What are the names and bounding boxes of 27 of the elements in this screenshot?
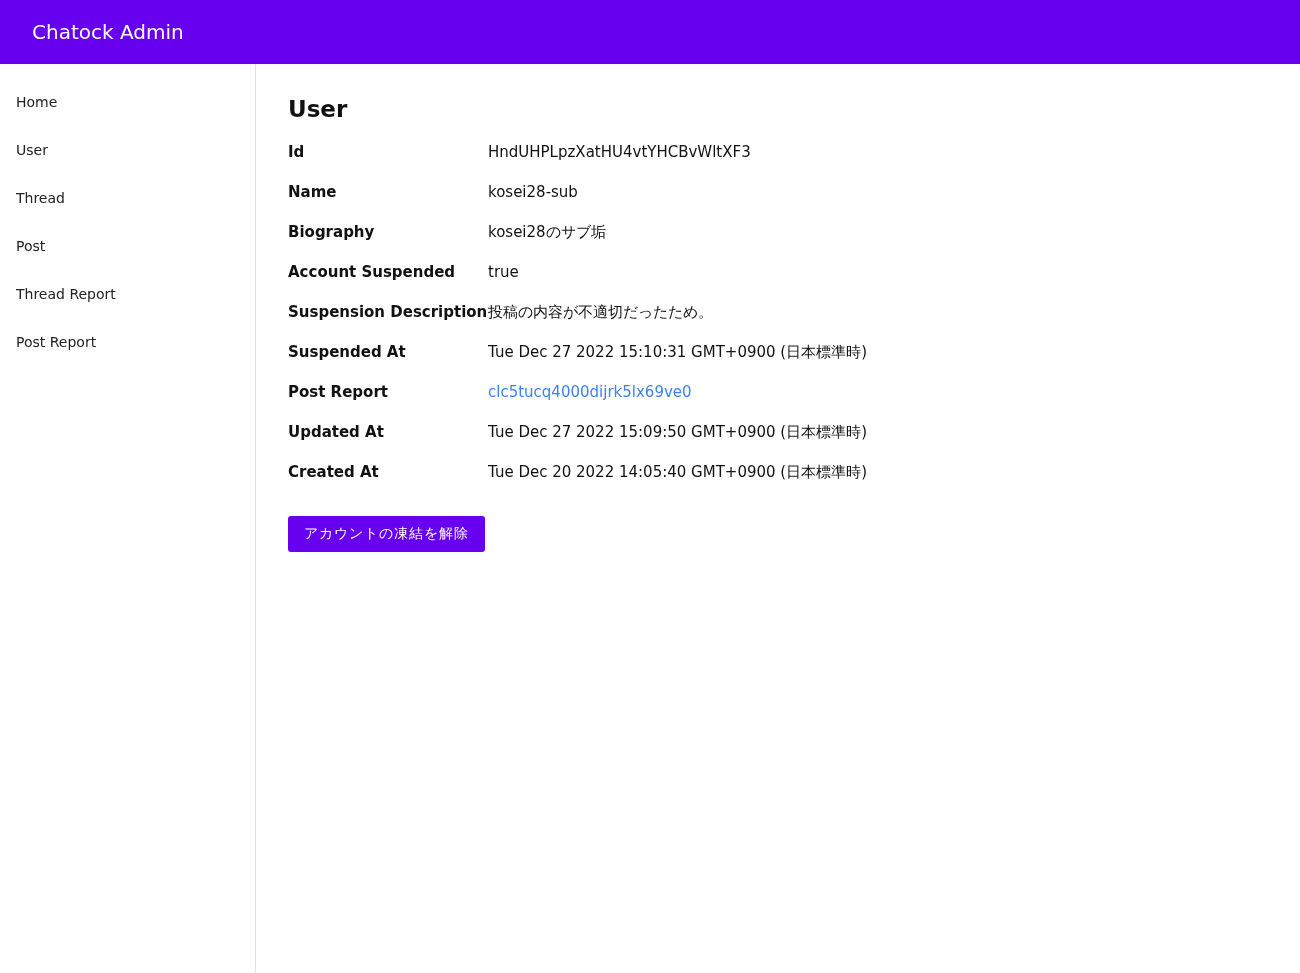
- field-label: Account Suspended: [288, 263, 457, 281]
- field-link[interactable]: clc5tucq4000dijrk5lx69ve0: [488, 383, 692, 401]
- field-value: Tue Dec 27 2022 15:09:50 GMT+0900 (日本標準時): [488, 422, 868, 442]
- sidebar-item[interactable]: Thread Report: [0, 270, 255, 318]
- field-value: 投稿の内容が不適切だったため。: [488, 302, 713, 322]
- sidebar-item[interactable]: Home: [0, 78, 255, 126]
- field-label: Updated At: [288, 423, 385, 441]
- field-label: Suspended At: [288, 343, 407, 361]
- field-label: Biography: [288, 223, 376, 241]
- sidebar-item[interactable]: Thread: [0, 174, 255, 222]
- field-label: Suspension Description: [288, 303, 488, 321]
- unsuspend-button[interactable]: アカウントの凍結を解除: [288, 516, 485, 552]
- field-label: Created At: [288, 463, 380, 481]
- field-label: Post Report: [288, 383, 389, 401]
- sidebar-item[interactable]: User: [0, 126, 255, 174]
- field-value: Tue Dec 27 2022 15:10:31 GMT+0900 (日本標準時): [488, 342, 868, 362]
- sidebar-item[interactable]: Post Report: [0, 318, 255, 366]
- field-value: kosei28のサブ垢: [488, 222, 606, 242]
- app-title: Chatock Admin: [32, 20, 184, 44]
- field-label: Name: [288, 183, 338, 201]
- page-title: User: [288, 96, 349, 122]
- field-value: Tue Dec 20 2022 14:05:40 GMT+0900 (日本標準時): [488, 462, 868, 482]
- field-value: true: [488, 263, 519, 281]
- field-value: HndUHPLpzXatHU4vtYHCBvWltXF3: [488, 143, 751, 161]
- field-value: kosei28-sub: [488, 183, 578, 201]
- sidebar-item[interactable]: Post: [0, 222, 255, 270]
- field-label: Id: [288, 143, 306, 161]
